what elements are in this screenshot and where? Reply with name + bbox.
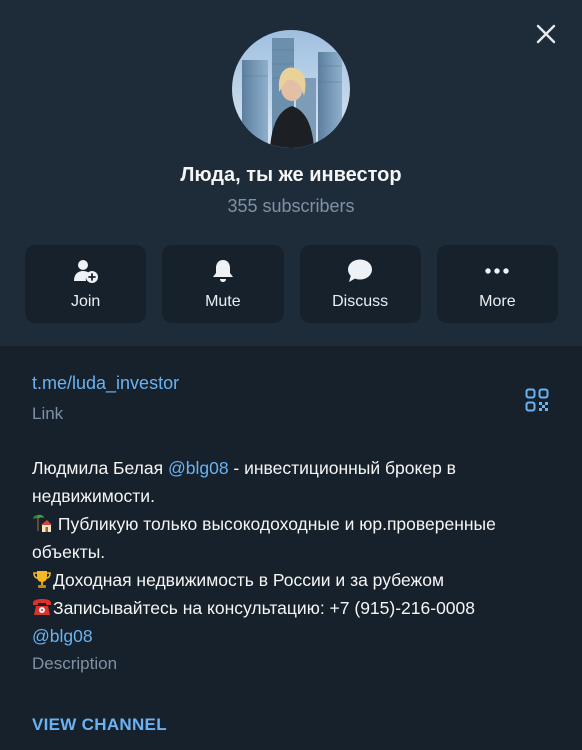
channel-info: t.me/luda_investor Link Людмила Белая @b… — [0, 346, 582, 750]
telephone-emoji-icon — [32, 597, 52, 617]
trophy-emoji-icon — [32, 569, 52, 589]
subscriber-count: 355 subscribers — [227, 196, 355, 216]
mute-button[interactable]: Mute — [162, 245, 284, 323]
close-icon[interactable] — [534, 22, 558, 46]
chat-bubble-icon — [346, 257, 374, 285]
description-caption: Description — [32, 654, 118, 673]
qr-code-icon[interactable] — [525, 388, 549, 412]
desc-line3: Доходная недвижимость в России и за рубе… — [53, 570, 444, 590]
join-label: Join — [70, 293, 101, 310]
more-label: More — [479, 293, 516, 310]
action-bar: Join Mute Discuss More — [25, 245, 558, 323]
desc-line2: Публикую только высокодоходные и юр.пров… — [32, 514, 496, 562]
more-button[interactable]: More — [436, 245, 558, 323]
add-user-icon — [72, 257, 100, 285]
discuss-label: Discuss — [332, 293, 389, 310]
channel-avatar[interactable] — [232, 30, 350, 148]
mention-link[interactable]: @blg08 — [32, 626, 93, 646]
channel-title: Люда, ты же инвестор — [180, 164, 402, 186]
channel-link[interactable]: t.me/luda_investor — [32, 373, 179, 394]
palm-house-emoji-icon — [32, 513, 52, 533]
bell-icon — [209, 257, 237, 285]
desc-line4: Записывайтесь на консультацию: +7 (915)-… — [53, 598, 476, 618]
channel-header: Люда, ты же инвестор 355 subscribers Joi… — [0, 0, 582, 346]
desc-line1-prefix: Людмила Белая — [32, 458, 168, 478]
more-dots-icon — [483, 257, 511, 285]
mute-label: Mute — [205, 293, 241, 310]
channel-description: Людмила Белая @blg08 - инвестиционный бр… — [32, 454, 557, 650]
link-caption: Link — [32, 404, 64, 423]
view-channel-button[interactable]: VIEW CHANNEL — [32, 715, 167, 735]
mention-link[interactable]: @blg08 — [168, 458, 229, 478]
join-button[interactable]: Join — [25, 245, 147, 323]
discuss-button[interactable]: Discuss — [299, 245, 421, 323]
